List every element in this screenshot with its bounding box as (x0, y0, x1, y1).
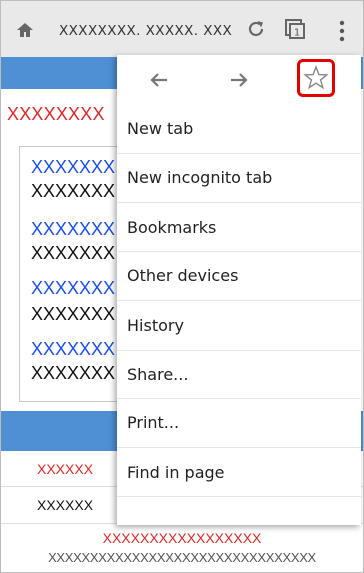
footer-black-text: XXXXXXXXXXXXXXXXXXXXXXXXXXXXXXXX (48, 550, 316, 565)
url-field[interactable]: XXXXXXXX. XXXXX. XXX (59, 23, 232, 39)
page-red-heading[interactable]: XXXXXXXX (7, 104, 105, 125)
back-arrow-icon[interactable] (147, 68, 171, 92)
page-small-black-text: XXXXXX (37, 497, 94, 513)
card-link[interactable]: XXXXXXX (31, 219, 115, 240)
menu-item-history[interactable]: History (127, 316, 184, 335)
menu-divider (117, 153, 361, 154)
menu-divider (117, 251, 361, 252)
forward-arrow-icon[interactable] (227, 68, 251, 92)
card-text: XXXXXXX (31, 181, 116, 201)
overflow-menu-icon[interactable] (339, 20, 345, 42)
card-link[interactable]: XXXXXXX (31, 339, 115, 360)
card-link[interactable]: XXXXXXX (31, 278, 115, 299)
card-text: XXXXXXX (31, 243, 116, 263)
menu-item-new-tab[interactable]: New tab (127, 119, 193, 138)
card-text: XXXXXXX (31, 304, 116, 324)
menu-item-print[interactable]: Print... (127, 413, 179, 432)
menu-divider (117, 496, 361, 497)
footer-red-text[interactable]: XXXXXXXXXXXXXXXXX (1, 530, 363, 546)
menu-item-bookmarks[interactable]: Bookmarks (127, 218, 216, 237)
menu-action-row (117, 55, 361, 105)
overflow-menu: New tab New incognito tab Bookmarks Othe… (117, 55, 361, 525)
tab-count: 1 (294, 28, 300, 39)
menu-divider (117, 447, 361, 448)
menu-divider (117, 398, 361, 399)
menu-divider (117, 202, 361, 203)
browser-window: XXXXXXXX. XXXXX. XXX 1 XXXXXXXX XXXXXXX … (0, 0, 364, 573)
bookmark-star-highlight[interactable] (297, 59, 335, 97)
menu-divider (117, 300, 361, 301)
menu-item-other-devices[interactable]: Other devices (127, 266, 238, 285)
star-icon[interactable] (300, 62, 332, 94)
reload-icon[interactable] (245, 18, 267, 40)
card-link[interactable]: XXXXXXX (31, 157, 115, 178)
menu-divider (117, 350, 361, 351)
menu-item-share[interactable]: Share... (127, 365, 188, 384)
browser-toolbar: XXXXXXXX. XXXXX. XXX 1 (1, 1, 363, 57)
home-icon[interactable] (15, 20, 35, 40)
card-text: XXXXXXX (31, 363, 116, 383)
menu-item-new-incognito-tab[interactable]: New incognito tab (127, 168, 272, 187)
tab-switcher-icon[interactable]: 1 (284, 18, 306, 40)
page-small-red-text[interactable]: XXXXXX (37, 461, 93, 477)
menu-scroll-fade (117, 503, 361, 525)
menu-item-find-in-page[interactable]: Find in page (127, 463, 225, 482)
